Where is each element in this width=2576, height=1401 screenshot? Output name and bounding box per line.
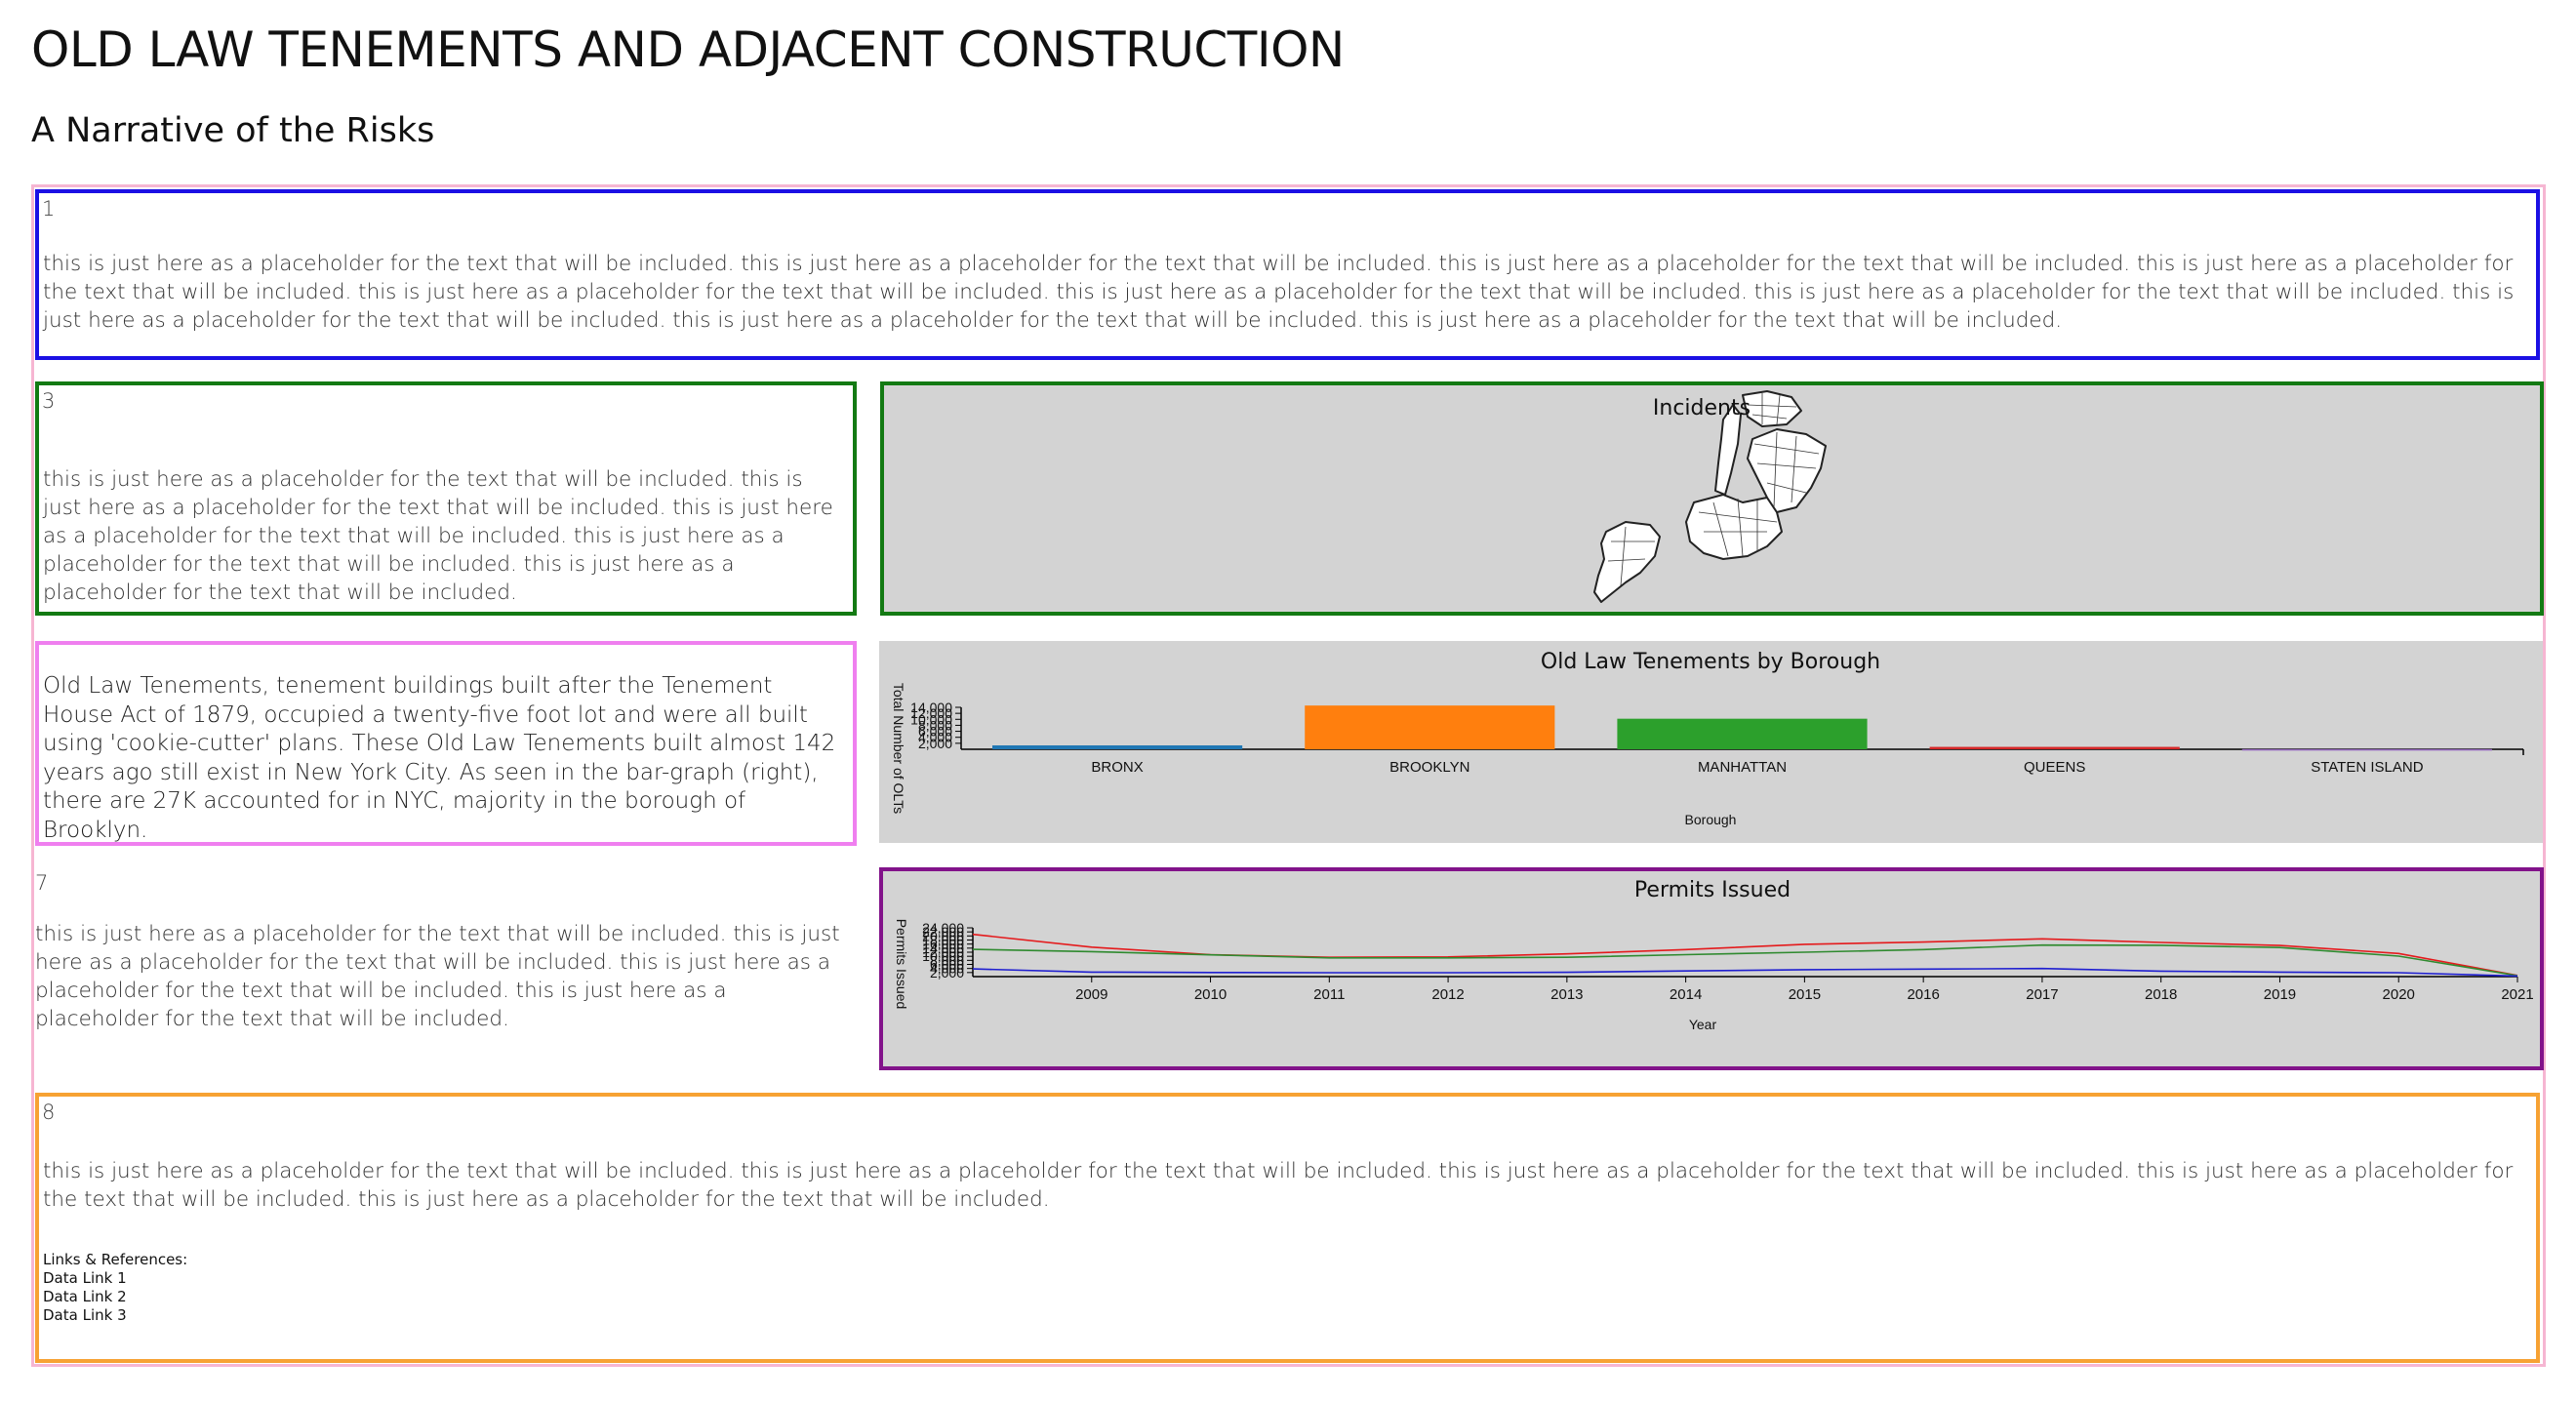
bar bbox=[2241, 748, 2492, 751]
line-x-tick-label: 2015 bbox=[1789, 986, 1821, 1003]
line-x-tick-label: 2020 bbox=[2383, 986, 2415, 1003]
bar-chart-title: Old Law Tenements by Borough bbox=[1541, 650, 1880, 674]
bar bbox=[1929, 746, 2180, 749]
bar-x-tick-label: BROOKLYN bbox=[1389, 759, 1469, 776]
line-chart[interactable]: Permits Issued2,0004,0006,0008,00010,000… bbox=[883, 871, 2540, 1066]
data-link-1[interactable]: Data Link 1 bbox=[43, 1269, 187, 1288]
bar bbox=[992, 745, 1243, 749]
panel-text: this is just here as a placeholder for t… bbox=[43, 467, 833, 605]
line-x-tick-label: 2021 bbox=[2501, 986, 2533, 1003]
bar-chart[interactable]: Old Law Tenements by Borough2,0004,0006,… bbox=[879, 641, 2543, 843]
bar-x-tick-label: BRONX bbox=[1091, 759, 1143, 776]
data-link-3[interactable]: Data Link 3 bbox=[43, 1306, 187, 1325]
line-x-tick-label: 2019 bbox=[2264, 986, 2296, 1003]
bar-x-axis-label: Borough bbox=[1685, 812, 1737, 827]
bar-x-tick-label: QUEENS bbox=[2024, 759, 2085, 776]
panel-text: this is just here as a placeholder for t… bbox=[35, 922, 840, 1031]
bronx-shape bbox=[1742, 390, 1802, 427]
line-series-3 bbox=[972, 967, 2518, 978]
line-y-axis-label: Permits Issued bbox=[894, 919, 909, 1010]
staten-island-shape bbox=[1593, 521, 1661, 603]
line-x-tick-label: 2009 bbox=[1075, 986, 1107, 1003]
panel-text: this is just here as a placeholder for t… bbox=[43, 1159, 2514, 1212]
text-panel-1: 1 this is just here as a placeholder for… bbox=[35, 189, 2540, 360]
links-heading: Links & References: bbox=[43, 1251, 188, 1268]
bar-y-axis-label: Total Number of OLTs bbox=[891, 683, 906, 814]
links-references: Links & References: Data Link 1 Data Lin… bbox=[43, 1251, 187, 1325]
map-title: Incidents bbox=[1653, 396, 1751, 420]
bar-x-tick-label: MANHATTAN bbox=[1698, 759, 1787, 776]
line-x-tick-label: 2014 bbox=[1670, 986, 1702, 1003]
line-x-tick-label: 2018 bbox=[2145, 986, 2177, 1003]
panel-number: 1 bbox=[42, 197, 56, 220]
bar bbox=[1617, 718, 1868, 749]
data-link-2[interactable]: Data Link 2 bbox=[43, 1288, 187, 1306]
text-panel-3: 3 this is just here as a placeholder for… bbox=[35, 381, 857, 616]
page-title: OLD LAW TENEMENTS AND ADJACENT CONSTRUCT… bbox=[31, 21, 1345, 78]
text-panel-8: 8 this is just here as a placeholder for… bbox=[35, 1093, 2540, 1363]
line-chart-title: Permits Issued bbox=[1634, 878, 1791, 902]
nyc-borough-map-icon[interactable]: Incidents bbox=[884, 385, 2540, 612]
panel-number: 3 bbox=[42, 389, 56, 413]
line-y-tick-label: 24,000 bbox=[922, 920, 964, 936]
permits-chart-panel: Permits Issued 2,000 4,000 6,000 8,000 10,000… bbox=[879, 867, 2544, 1070]
bar-chart-panel: Old Law Tenements by Borough 2,000 4,000 6,… bbox=[879, 641, 2543, 843]
line-x-tick-label: 2010 bbox=[1194, 986, 1227, 1003]
bar-y-tick-label: 14,000 bbox=[910, 700, 952, 715]
incidents-map-panel[interactable]: Incidents bbox=[880, 381, 2544, 616]
line-x-axis-label: Year bbox=[1689, 1017, 1717, 1032]
panel-number: 7 bbox=[35, 871, 49, 895]
text-panel-7: 7 this is just here as a placeholder for… bbox=[35, 867, 857, 1062]
page-subtitle: A Narrative of the Risks bbox=[31, 111, 435, 150]
panel-number: 8 bbox=[42, 1101, 56, 1124]
line-x-tick-label: 2013 bbox=[1550, 986, 1583, 1003]
line-x-tick-label: 2011 bbox=[1313, 986, 1345, 1003]
line-x-tick-label: 2016 bbox=[1907, 986, 1939, 1003]
bar-x-tick-label: STATEN ISLAND bbox=[2311, 759, 2423, 776]
line-x-tick-label: 2017 bbox=[2026, 986, 2058, 1003]
old-law-tenements-text-panel: Old Law Tenements, tenement buildings bu… bbox=[35, 641, 857, 846]
line-x-tick-label: 2012 bbox=[1431, 986, 1464, 1003]
panel-text: Old Law Tenements, tenement buildings bu… bbox=[43, 673, 836, 843]
brooklyn-shape bbox=[1685, 494, 1783, 560]
panel-text: this is just here as a placeholder for t… bbox=[43, 252, 2515, 333]
bar bbox=[1305, 705, 1555, 749]
